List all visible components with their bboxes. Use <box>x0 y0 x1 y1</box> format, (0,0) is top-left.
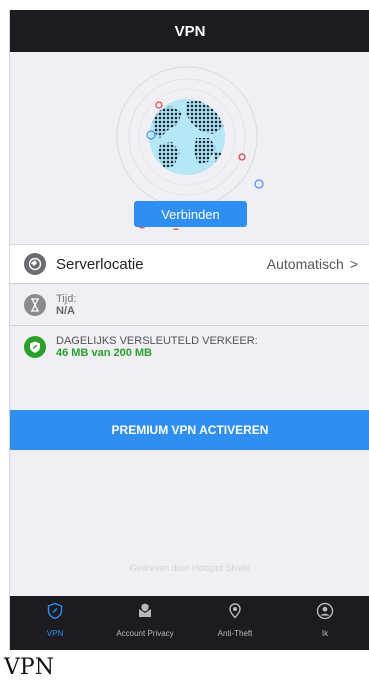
screen-caption: VPN <box>4 655 54 680</box>
tab-label: Ik <box>321 629 329 638</box>
globe-gear-icon <box>24 253 46 275</box>
shield-link-icon <box>24 336 46 358</box>
server-marker <box>173 228 179 230</box>
tab-bar: VPN Account Privacy Anti-Theft Ik <box>10 596 369 650</box>
tab-account-privacy[interactable]: Account Privacy <box>100 596 190 650</box>
server-marker <box>254 179 264 189</box>
page-title: VPN <box>174 22 206 40</box>
info-list: Serverlocatie Automatisch > Tijd: N/A DA… <box>10 244 369 368</box>
connect-button[interactable]: Verbinden <box>134 201 247 227</box>
mail-shield-icon <box>136 602 154 625</box>
powered-by-text: Gedreven door Hotspot Shield <box>129 563 251 573</box>
time-label: Tijd: <box>56 292 77 305</box>
time-row: Tijd: N/A <box>10 284 369 326</box>
tab-label: Account Privacy <box>116 629 174 638</box>
tab-label: Anti-Theft <box>217 629 253 638</box>
hourglass-icon <box>24 293 46 316</box>
server-location-row[interactable]: Serverlocatie Automatisch > <box>10 244 369 284</box>
chevron-right-icon: > <box>349 256 358 272</box>
tab-ik[interactable]: Ik <box>280 596 369 650</box>
tab-label: VPN <box>46 629 64 638</box>
app-screen: VPN Verbinden Serverlocatie Automatisch … <box>9 10 369 650</box>
server-location-value: Automatisch <box>266 256 344 272</box>
user-icon <box>316 602 334 625</box>
activate-premium-button[interactable]: PREMIUM VPN ACTIVEREN <box>10 410 369 450</box>
server-location-label: Serverlocatie <box>56 255 144 273</box>
traffic-value: 46 MB van 200 MB <box>56 347 152 359</box>
tab-anti-theft[interactable]: Anti-Theft <box>190 596 280 650</box>
location-pin-icon <box>226 602 244 625</box>
tab-vpn[interactable]: VPN <box>10 596 100 650</box>
server-marker <box>155 101 163 109</box>
nav-bar: VPN <box>10 10 369 52</box>
traffic-row: DAGELIJKS VERSLEUTELD VERKEER: 46 MB van… <box>10 326 369 368</box>
shield-icon <box>46 602 64 625</box>
time-value: N/A <box>56 304 75 317</box>
traffic-label: DAGELIJKS VERSLEUTELD VERKEER: <box>56 335 258 347</box>
